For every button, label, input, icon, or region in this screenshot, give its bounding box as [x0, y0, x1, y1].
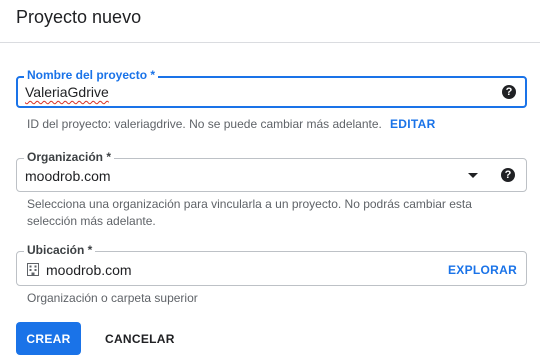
location-label: Ubicación * — [24, 243, 96, 257]
create-button[interactable]: CREAR — [16, 322, 81, 355]
dialog-header: Proyecto nuevo — [0, 0, 540, 43]
browse-button[interactable]: EXPLORAR — [448, 263, 517, 277]
organization-select[interactable]: Organización * moodrob.com ? — [16, 150, 527, 192]
location-hint: Organización o carpeta superior — [27, 291, 198, 305]
building-icon — [27, 263, 39, 276]
organization-hint-line1: Selecciona una organización para vincula… — [27, 197, 472, 211]
project-name-input[interactable]: ValeriaGdrive — [25, 84, 109, 100]
page-title: Proyecto nuevo — [16, 7, 142, 27]
location-field[interactable]: Ubicación * moodrob.com EXPLORAR — [16, 243, 527, 286]
project-id-text: ID del proyecto: valeriagdrive. No se pu… — [27, 117, 382, 131]
cancel-button[interactable]: CANCELAR — [93, 322, 187, 355]
organization-hint-line2: selección más adelante. — [27, 214, 156, 228]
project-name-field[interactable]: Nombre del proyecto * ValeriaGdrive ? — [16, 68, 527, 108]
edit-project-id-button[interactable]: EDITAR — [390, 117, 436, 131]
organization-hint: Selecciona una organización para vincula… — [27, 196, 472, 230]
help-circle-icon[interactable]: ? — [502, 85, 516, 99]
location-value: moodrob.com — [46, 262, 132, 278]
project-id-hint: ID del proyecto: valeriagdrive. No se pu… — [27, 116, 382, 133]
organization-value: moodrob.com — [25, 168, 111, 184]
project-name-label: Nombre del proyecto * — [24, 68, 159, 82]
organization-label: Organización * — [24, 150, 115, 164]
help-circle-icon[interactable]: ? — [501, 168, 515, 182]
caret-down-icon[interactable] — [468, 173, 478, 178]
